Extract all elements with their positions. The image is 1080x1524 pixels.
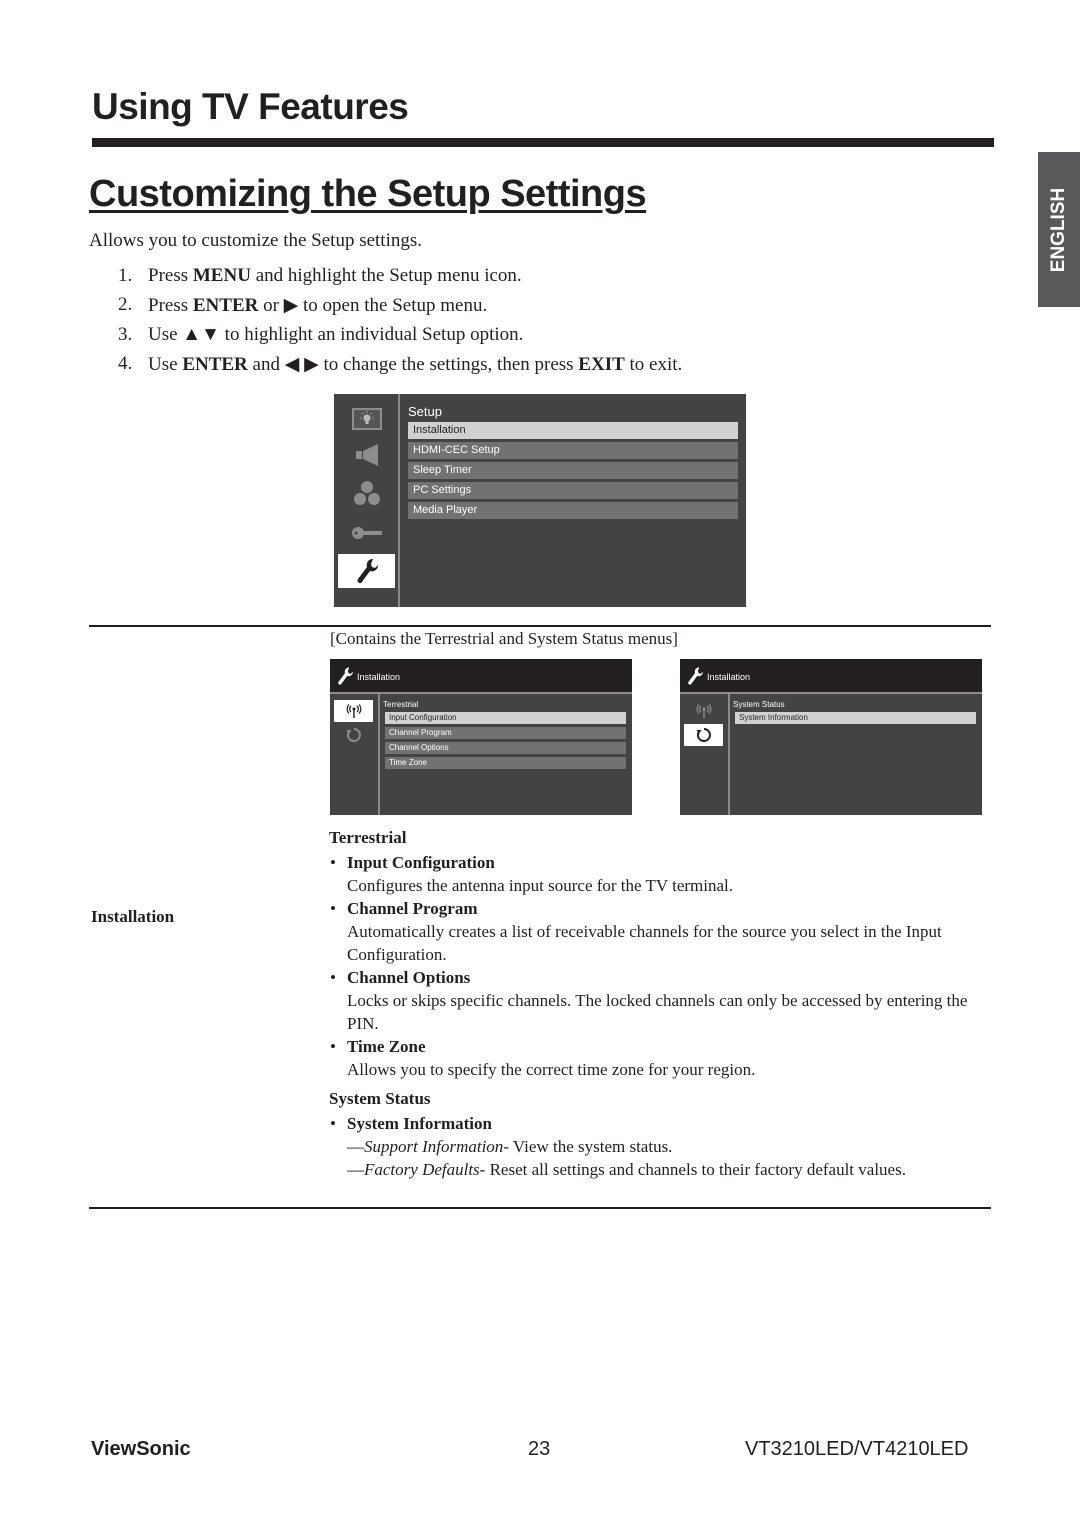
step-number: 3. [118,323,133,345]
antenna-icon [334,700,373,722]
picture-icon [338,402,395,436]
table-bottom-rule [89,1207,991,1209]
osd-category: Terrestrial [383,700,419,709]
osd-menu-item: Time Zone [385,757,626,769]
wrench-icon [338,667,353,685]
instruction-steps: 1. Press MENU and highlight the Setup men… [118,265,682,382]
osd-header-label: Installation [707,672,751,682]
installation-description: Terrestrial Input Configuration Configures… [329,826,989,1181]
language-tab-label: ENGLISH [1048,187,1069,272]
setup-wrench-icon [338,554,395,588]
step-text-part: to exit. [624,353,683,375]
wrench-icon [688,667,703,685]
step-text: Use ENTER and ◀ ▶ to change the settings… [148,353,682,382]
step-number: 4. [118,352,133,374]
lock-icon [338,516,395,550]
step-text-part: and ◀ ▶ to change the settings, then pre… [247,353,579,375]
chapter-divider [92,138,994,147]
key-name: MENU [192,265,251,286]
bullet-title: Channel Options [329,966,989,989]
osd-side-icons [334,394,400,607]
osd-side-icons [680,694,730,815]
osd-menu-item: Sleep Timer [408,462,738,479]
step-item: 3. Use ▲▼ to highlight an individual Setu… [118,324,682,353]
osd-menu-item: Input Configuration [385,712,626,724]
step-text-part: and highlight the Setup menu icon. [250,265,522,286]
group-heading: System Status [329,1089,431,1108]
osd-menu-item: Installation [408,422,738,439]
footer-model: VT3210LED/VT4210LED [745,1438,969,1460]
step-text-part: Press [148,295,193,317]
intro-text: Allows you to customize the Setup settin… [89,230,423,251]
osd-menu-item: PC Settings [408,482,738,499]
step-text-part: or ▶ to open the Setup menu. [258,295,488,317]
setup-menu-list: Installation HDMI-CEC Setup Sleep Timer PC … [408,422,738,522]
antenna-icon [684,700,723,722]
step-item: 1. Press MENU and highlight the Setup men… [118,265,682,294]
step-item: 2. Press ENTER or ▶ to open the Setup men… [118,294,682,323]
step-text: Use ▲▼ to highlight an individual Setup … [148,324,523,353]
step-text: Press MENU and highlight the Setup menu … [148,265,522,294]
chapter-title: Using TV Features [92,86,409,127]
osd-category: System Status [733,700,785,709]
audio-icon [338,438,395,472]
sub-item-text: - View the system status. [503,1137,673,1156]
osd-menu-item: HDMI-CEC Setup [408,442,738,459]
sub-item-name: Support Information [364,1137,504,1156]
system-status-menu-list: System Information [735,712,976,727]
sub-item: —Factory Defaults- Reset all settings an… [347,1160,906,1179]
language-tab: ENGLISH [1038,152,1080,307]
sub-item-text: - Reset all settings and channels to the… [479,1160,906,1179]
key-name: ENTER [182,353,248,375]
bullet-title: Input Configuration [329,851,989,874]
step-number: 2. [118,294,133,316]
osd-menu-item: Media Player [408,502,738,519]
osd-title: Setup [408,404,442,419]
bullet-text: Locks or skips specific channels. The lo… [347,991,968,1033]
channel-icon [338,476,395,510]
bullet-title: Channel Program [329,897,989,920]
step-text-part: Use ▲▼ to highlight an individual Setup … [148,323,524,345]
refresh-icon [684,724,723,746]
installation-terrestrial-screenshot: Installation Terrestrial Input Configura… [330,659,632,815]
installation-system-status-screenshot: Installation System Status System Inform… [680,659,982,815]
key-name: EXIT [578,353,625,375]
section-title: Customizing the Setup Settings [89,173,647,215]
osd-header: Installation [330,659,632,694]
terrestrial-menu-list: Input Configuration Channel Program Channe… [385,712,626,772]
osd-menu-item: System Information [735,712,976,724]
bullet-text: Configures the antenna input source for … [347,876,734,895]
osd-menu-item: Channel Options [385,742,626,754]
bullet-title: Time Zone [329,1035,989,1058]
step-text-part: Use [148,353,183,375]
setup-menu-screenshot: Setup Installation HDMI-CEC Setup Sleep Ti… [334,394,746,607]
osd-header: Installation [680,659,982,694]
osd-header-label: Installation [357,672,401,682]
step-item: 4. Use ENTER and ◀ ▶ to change the settin… [118,353,682,382]
bullet-title: System Information [329,1112,989,1135]
bullet-text: Automatically creates a list of receivab… [347,922,942,964]
step-text-part: Press [148,265,193,286]
key-name: ENTER [192,295,259,317]
table-top-rule [89,625,991,627]
group-heading: Terrestrial [329,828,407,847]
refresh-icon [334,724,373,746]
table-row-label: Installation [91,907,175,926]
footer-brand: ViewSonic [91,1438,191,1460]
installation-caption: [Contains the Terrestrial and System Sta… [330,629,678,648]
step-number: 1. [118,265,133,286]
osd-side-icons [330,694,380,815]
bullet-text: Allows you to specify the correct time z… [347,1060,756,1079]
step-text: Press ENTER or ▶ to open the Setup menu. [148,294,487,323]
footer-page-number: 23 [528,1438,551,1460]
osd-menu-item: Channel Program [385,727,626,739]
sub-item-name: Factory Defaults [364,1160,480,1179]
sub-item: —Support Information- View the system st… [347,1137,673,1156]
